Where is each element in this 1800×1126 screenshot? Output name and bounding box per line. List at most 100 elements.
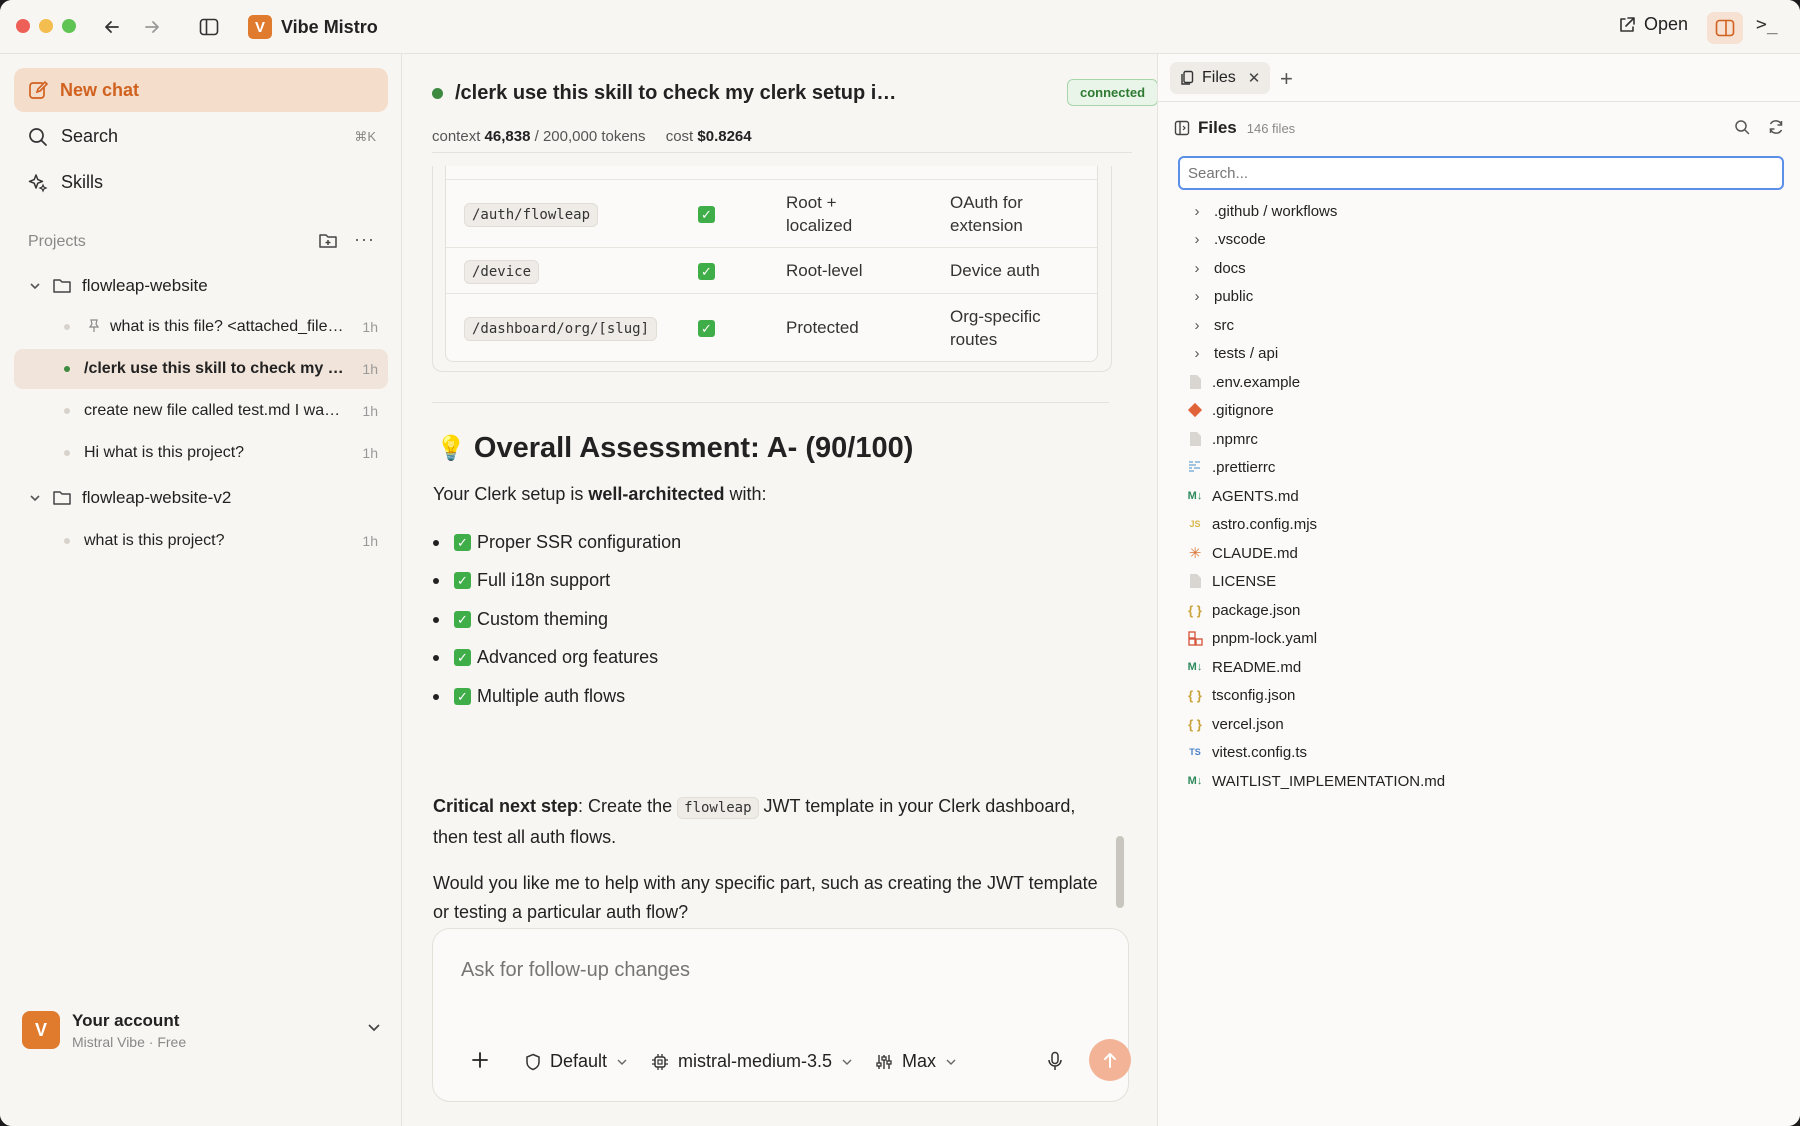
close-icon[interactable]: ✕ (1248, 69, 1261, 87)
route-code: /dashboard/org/[slug] (464, 316, 658, 341)
terminal-icon[interactable]: >_ (1756, 14, 1778, 35)
more-options-icon[interactable]: ··· (354, 230, 375, 250)
next-step-before: : Create the (578, 796, 678, 816)
scrollbar[interactable] (1116, 836, 1124, 908)
chat-status-dot (64, 324, 70, 330)
chat-title: what is this file? <attached_file… (110, 318, 344, 335)
send-button[interactable] (1089, 1039, 1131, 1081)
file-row[interactable]: .prettierrc (1186, 455, 1275, 479)
chat-item-active[interactable]: /clerk use this skill to check my … 1h (14, 349, 388, 389)
folder-row[interactable]: › public (1188, 284, 1254, 308)
file-name: .prettierrc (1212, 458, 1276, 476)
search-button[interactable]: Search ⌘K (28, 126, 376, 147)
file-row[interactable]: JS astro.config.mjs (1186, 512, 1317, 536)
file-row[interactable]: { } vercel.json (1186, 712, 1284, 736)
file-row[interactable]: pnpm-lock.yaml (1186, 626, 1317, 650)
chat-title: /clerk use this skill to check my … (84, 360, 344, 377)
folder-row[interactable]: › src (1188, 313, 1235, 337)
inline-code: flowleap (677, 797, 759, 819)
chat-title: /clerk use this skill to check my clerk … (455, 82, 905, 104)
table-row: /auth/flowleap ✓ Root + localized OAuth … (446, 179, 1097, 247)
add-tab-button[interactable]: + (1280, 66, 1293, 92)
intro-before: Your Clerk setup is (433, 484, 589, 504)
file-row[interactable]: .gitignore (1186, 398, 1274, 422)
list-item-text: Full i18n support (477, 570, 611, 590)
file-row[interactable]: { } package.json (1186, 598, 1300, 622)
chat-status-dot (64, 408, 70, 414)
zoom-window-button[interactable] (62, 19, 76, 33)
new-chat-label: New chat (60, 79, 140, 100)
search-label: Search (61, 126, 119, 146)
file-row[interactable]: { } tsconfig.json (1186, 683, 1295, 707)
cpu-icon (652, 1053, 668, 1070)
status-badge: connected (1067, 79, 1159, 106)
project-flowleap-website-v2[interactable]: flowleap-website-v2 (28, 488, 231, 508)
folder-row[interactable]: › docs (1188, 256, 1246, 280)
closing-text: Would you like me to help with any speci… (433, 873, 1098, 922)
route-type: Root + localized (786, 192, 853, 235)
chevron-right-icon: › (1194, 259, 1200, 277)
file-row[interactable]: M↓ AGENTS.md (1186, 484, 1299, 508)
skills-button[interactable]: Skills (28, 172, 103, 193)
model-select[interactable]: mistral-medium-3.5 (651, 1051, 853, 1072)
mode-select[interactable]: Default (525, 1051, 628, 1072)
file-row[interactable]: M↓ README.md (1186, 655, 1302, 679)
sparkle-icon (28, 173, 48, 193)
files-header: Files 146 files (1174, 118, 1784, 138)
files-icon (1181, 70, 1194, 85)
microphone-icon[interactable] (1047, 1051, 1063, 1071)
file-icon (1186, 373, 1204, 391)
folder-name: docs (1214, 259, 1246, 277)
file-row[interactable]: LICENSE (1186, 569, 1276, 593)
folder-row[interactable]: › .vscode (1188, 227, 1266, 251)
chevron-right-icon: › (1194, 202, 1200, 220)
forward-arrow-icon[interactable] (140, 15, 164, 39)
add-attachment-button[interactable] (471, 1051, 489, 1069)
new-folder-icon[interactable] (318, 232, 338, 250)
effort-select[interactable]: Max (875, 1051, 957, 1072)
collapse-panel-icon[interactable] (1174, 120, 1190, 136)
message-input[interactable] (461, 959, 1101, 982)
chat-title: Hi what is this project? (84, 444, 245, 461)
folder-row[interactable]: › .github / workflows (1188, 199, 1338, 223)
project-flowleap-website[interactable]: flowleap-website (28, 276, 208, 296)
chevron-down-icon (946, 1059, 956, 1065)
back-arrow-icon[interactable] (100, 15, 124, 39)
chat-main: /clerk use this skill to check my clerk … (402, 54, 1159, 1126)
search-icon[interactable] (1734, 119, 1750, 135)
list-item: ✓ Proper SSR configuration (433, 532, 681, 553)
chat-item[interactable]: Hi what is this project? 1h (14, 433, 388, 473)
chat-item[interactable]: what is this file? <attached_file… 1h (14, 307, 388, 347)
json-icon: { } (1188, 602, 1202, 618)
account-menu[interactable]: V Your account Mistral Vibe · Free (22, 1005, 382, 1055)
json-icon: { } (1188, 716, 1202, 732)
file-row[interactable]: .npmrc (1186, 427, 1258, 451)
file-row[interactable]: TS vitest.config.ts (1186, 740, 1307, 764)
tab-files[interactable]: Files ✕ (1170, 62, 1271, 94)
folder-row[interactable]: › tests / api (1188, 341, 1279, 365)
open-button[interactable]: Open (1618, 14, 1688, 35)
chat-item[interactable]: what is this project? 1h (14, 521, 388, 561)
assessment-heading: 💡 Overall Assessment: A- (90/100) (436, 432, 913, 465)
intro-bold: well-architected (588, 484, 725, 504)
search-icon (29, 127, 47, 146)
file-name: CLAUDE.md (1212, 544, 1298, 562)
new-chat-button[interactable]: New chat (14, 68, 388, 112)
file-row[interactable]: M↓ WAITLIST_IMPLEMENTATION.md (1186, 769, 1445, 793)
projects-label: Projects (28, 233, 86, 250)
panel-tab-bar: Files ✕ + (1158, 54, 1800, 102)
file-row[interactable]: ✳ CLAUDE.md (1186, 541, 1298, 565)
refresh-icon[interactable] (1768, 119, 1784, 135)
close-window-button[interactable] (16, 19, 30, 33)
route-type: Protected (786, 318, 859, 337)
check-icon: ✓ (698, 205, 715, 223)
chat-item[interactable]: create new file called test.md I wa… 1h (14, 391, 388, 431)
file-search-input[interactable] (1178, 156, 1784, 190)
section-divider (432, 402, 1109, 403)
minimize-window-button[interactable] (39, 19, 53, 33)
file-row[interactable]: .env.example (1186, 370, 1300, 394)
right-panel-toggle-icon[interactable] (1707, 12, 1743, 44)
chat-status-dot (64, 538, 70, 544)
sidebar: New chat Search ⌘K Skills Projects ··· f… (0, 54, 402, 1126)
sidebar-toggle-icon[interactable] (197, 15, 221, 39)
